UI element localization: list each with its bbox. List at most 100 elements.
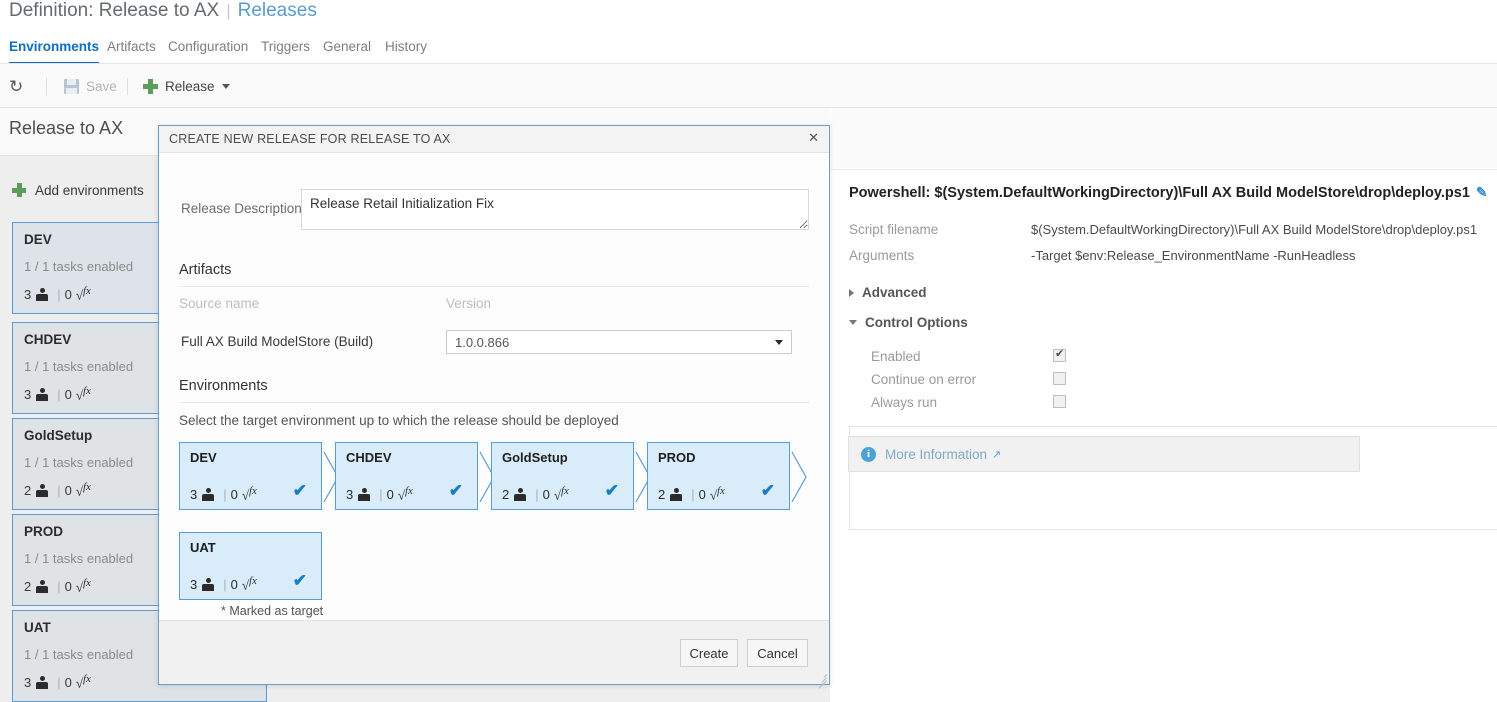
add-environments-button[interactable]: Add environments (12, 179, 144, 201)
advanced-section-toggle[interactable]: Advanced (849, 285, 927, 300)
environment-meta: 3 | 0 √fx (24, 385, 91, 403)
environment-meta: 3 | 0 √fx (190, 575, 257, 593)
function-icon: √fx (75, 285, 91, 303)
environment-name: UAT (24, 620, 51, 635)
environment-meta: 3 | 0 √fx (346, 485, 413, 503)
variable-count: 0 (64, 674, 72, 690)
resize-handle[interactable] (815, 670, 827, 689)
tab-artifacts[interactable]: Artifacts (107, 37, 156, 64)
person-icon (36, 579, 49, 593)
breadcrumb-link-releases[interactable]: Releases (238, 0, 317, 21)
dialog-environment-card-dev[interactable]: DEV 3 | 0 √fx ✔ (179, 442, 322, 510)
checkmark-icon[interactable]: ✔ (449, 481, 463, 501)
task-details-panel: Powershell: $(System.DefaultWorkingDirec… (831, 108, 1497, 702)
enabled-label: Enabled (871, 349, 921, 364)
function-icon: √fx (75, 481, 91, 499)
version-dropdown-value: 1.0.0.866 (455, 335, 510, 350)
variable-count: 0 (230, 576, 238, 592)
tab-history[interactable]: History (385, 37, 427, 64)
environments-heading: Environments (179, 378, 268, 394)
approver-count: 2 (502, 486, 510, 502)
tab-general[interactable]: General (323, 37, 371, 64)
chevron-right-icon (849, 288, 854, 297)
add-environments-label: Add environments (35, 182, 144, 198)
column-header-version: Version (446, 296, 492, 311)
meta-divider: | (57, 482, 61, 498)
page-header: Definition: Release to AX | Releases (0, 0, 1497, 33)
environments-rule (179, 402, 809, 403)
environment-meta: 3 | 0 √fx (190, 485, 257, 503)
dialog-environment-card-goldsetup[interactable]: GoldSetup 2 | 0 √fx ✔ (491, 442, 634, 510)
function-icon: √fx (241, 485, 257, 503)
variable-count: 0 (64, 578, 72, 594)
create-button[interactable]: Create (680, 639, 738, 667)
flow-chevron-icon (791, 442, 809, 512)
meta-divider: | (223, 486, 227, 502)
always-run-checkbox[interactable] (1053, 395, 1066, 408)
dialog-environment-card-uat[interactable]: UAT 3 | 0 √fx ✔ (179, 532, 322, 600)
approver-count: 2 (24, 578, 32, 594)
meta-divider: | (223, 576, 227, 592)
tab-environments[interactable]: Environments (9, 37, 100, 64)
toolbar-divider-2 (127, 78, 128, 95)
environment-name: PROD (658, 450, 696, 465)
dialog-title: CREATE NEW RELEASE FOR RELEASE TO AX (169, 132, 451, 146)
column-header-source-name: Source name (179, 296, 260, 311)
advanced-label: Advanced (862, 285, 927, 300)
checkmark-icon[interactable]: ✔ (605, 481, 619, 501)
meta-divider: | (57, 578, 61, 594)
save-button[interactable]: Save (64, 64, 117, 108)
close-icon[interactable]: ✕ (808, 130, 819, 146)
arguments-value[interactable]: -Target $env:Release_EnvironmentName -Ru… (1031, 248, 1355, 263)
continue-on-error-checkbox[interactable] (1053, 372, 1066, 385)
environment-name: PROD (24, 524, 64, 539)
artifacts-heading: Artifacts (179, 262, 232, 278)
control-options-section-toggle[interactable]: Control Options (849, 315, 976, 330)
refresh-icon: ↻ (9, 76, 24, 96)
person-icon (202, 487, 215, 501)
person-icon (514, 487, 527, 501)
function-icon: √fx (75, 385, 91, 403)
function-icon: √fx (397, 485, 413, 503)
continue-on-error-label: Continue on error (871, 372, 977, 387)
environment-meta: 2 | 0 √fx (502, 485, 569, 503)
task-title-text: Powershell: $(System.DefaultWorkingDirec… (849, 185, 1470, 201)
tab-configuration[interactable]: Configuration (168, 37, 248, 64)
checkmark-icon[interactable]: ✔ (293, 571, 307, 591)
environment-meta: 2 | 0 √fx (658, 485, 725, 503)
refresh-button[interactable]: ↻ (9, 64, 23, 108)
person-icon (358, 487, 371, 501)
approver-count: 2 (24, 482, 32, 498)
checkmark-icon[interactable]: ✔ (761, 481, 775, 501)
meta-divider: | (57, 674, 61, 690)
dialog-environment-card-prod[interactable]: PROD 2 | 0 √fx ✔ (647, 442, 790, 510)
person-icon (36, 387, 49, 401)
person-icon (670, 487, 683, 501)
checkmark-icon[interactable]: ✔ (293, 481, 307, 501)
version-dropdown[interactable]: 1.0.0.866 (446, 330, 792, 354)
script-filename-label: Script filename (849, 222, 939, 237)
dialog-environment-card-chdev[interactable]: CHDEV 3 | 0 √fx ✔ (335, 442, 478, 510)
environment-name: DEV (190, 450, 217, 465)
tab-bar: Environments Artifacts Configuration Tri… (0, 33, 1497, 64)
release-button[interactable]: Release (143, 64, 230, 108)
script-filename-value[interactable]: $(System.DefaultWorkingDirectory)\Full A… (1031, 222, 1477, 237)
dialog-body: Release Description Artifacts Source nam… (159, 154, 829, 648)
environment-tasks: 1 / 1 tasks enabled (24, 359, 134, 374)
function-icon: √fx (75, 673, 91, 691)
create-release-dialog: CREATE NEW RELEASE FOR RELEASE TO AX ✕ R… (158, 125, 830, 689)
more-information-panel[interactable]: i More Information ↗ (848, 436, 1360, 472)
save-button-label: Save (86, 78, 117, 94)
environment-tasks: 1 / 1 tasks enabled (24, 259, 134, 274)
tab-triggers[interactable]: Triggers (261, 37, 310, 64)
person-icon (36, 675, 49, 689)
pencil-icon[interactable]: ✎ (1476, 184, 1488, 201)
release-description-input[interactable] (301, 189, 809, 230)
environment-tasks: 1 / 1 tasks enabled (24, 551, 134, 566)
enabled-checkbox[interactable] (1053, 347, 1066, 362)
cancel-button[interactable]: Cancel (747, 639, 808, 667)
person-icon (36, 287, 49, 301)
environment-meta: 2 | 0 √fx (24, 481, 91, 499)
environment-meta: 3 | 0 √fx (24, 285, 91, 303)
variable-count: 0 (64, 286, 72, 302)
